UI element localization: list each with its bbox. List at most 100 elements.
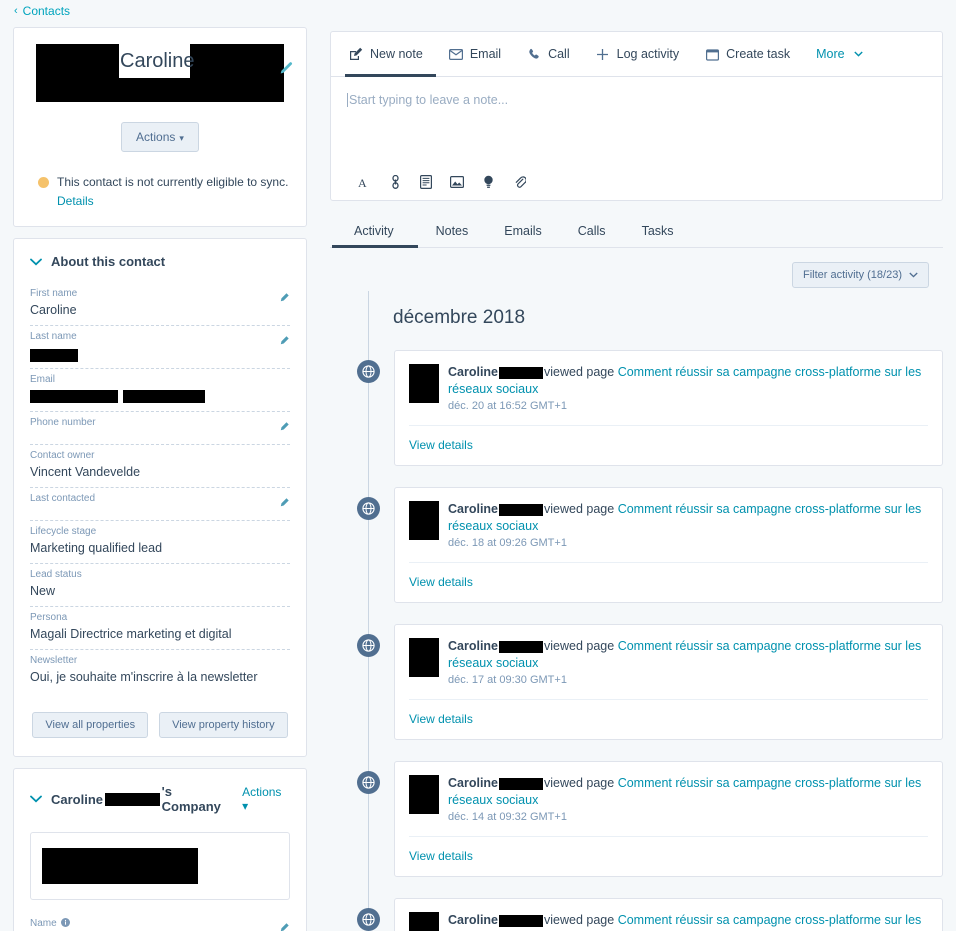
tab-calls[interactable]: Calls [560, 224, 624, 247]
property-label: Email [30, 374, 56, 385]
timeline-card: Caroline viewed page Comment réussir sa c… [394, 898, 943, 931]
chevron-down-icon[interactable] [30, 256, 42, 268]
redacted-block [499, 914, 544, 927]
tab-more[interactable]: More [803, 32, 878, 76]
view-details-link[interactable]: View details [409, 849, 473, 863]
activity-action: viewed page [544, 639, 615, 653]
property-value: New [30, 584, 56, 598]
property-label: Last contacted [30, 493, 96, 504]
edit-property-icon[interactable] [277, 497, 290, 510]
activity-actor: Caroline [448, 913, 499, 927]
globe-icon [357, 634, 380, 657]
breadcrumb-contacts-link[interactable]: Contacts [23, 4, 70, 18]
property-lead-status: Lead status New [30, 564, 290, 607]
chevron-down-icon [909, 270, 918, 280]
contact-first-name: Caroline [120, 50, 195, 72]
redacted-block [499, 503, 544, 516]
view-property-history-button[interactable]: View property history [159, 712, 288, 738]
company-actions-button[interactable]: Actions ▾ [242, 785, 290, 813]
timeline-item: Caroline viewed page Comment réussir sa c… [357, 487, 943, 603]
redacted-block [30, 348, 78, 362]
chevron-down-icon[interactable] [30, 790, 42, 808]
globe-icon [357, 908, 380, 931]
chevron-down-icon: ▾ [242, 799, 249, 813]
property-value: Marketing qualified lead [30, 541, 163, 555]
property-buttons: View all properties View property histor… [30, 712, 290, 738]
property-label: Phone number [30, 417, 96, 428]
tab-activity[interactable]: Activity [332, 224, 418, 248]
insight-lightbulb-icon[interactable] [481, 175, 495, 190]
view-details-link[interactable]: View details [409, 575, 473, 589]
timeline-card: Caroline viewed page Comment réussir sa c… [394, 350, 943, 466]
edit-property-icon[interactable] [277, 421, 290, 434]
timeline-item: Caroline viewed page Comment réussir sa c… [357, 624, 943, 740]
timeline-card: Caroline viewed page Comment réussir sa c… [394, 624, 943, 740]
globe-icon [357, 497, 380, 520]
redacted-block [36, 44, 119, 80]
redacted-block [123, 390, 205, 404]
redacted-block [105, 792, 160, 806]
note-toolbar: A [331, 164, 942, 200]
property-value [30, 506, 268, 515]
activity-action: viewed page [544, 913, 615, 927]
activity-action: viewed page [544, 776, 615, 790]
activity-actor: Caroline [448, 776, 499, 790]
property-first-name: First name Caroline [30, 283, 290, 326]
tab-emails[interactable]: Emails [486, 224, 560, 247]
document-template-icon[interactable] [419, 175, 433, 190]
attachment-icon[interactable] [512, 175, 526, 190]
redacted-thumbnail [409, 638, 439, 677]
tab-log-activity[interactable]: Log activity [583, 32, 693, 76]
tab-email[interactable]: Email [436, 32, 514, 76]
note-placeholder: Start typing to leave a note... [347, 93, 926, 107]
actions-button[interactable]: Actions ▾ [121, 122, 199, 152]
tab-create-task[interactable]: Create task [692, 32, 803, 76]
activity-actor: Caroline [448, 365, 499, 379]
sync-warning-text: This contact is not currently eligible t… [57, 175, 289, 189]
redacted-block [42, 848, 198, 884]
property-value: Caroline [30, 303, 77, 317]
company-title-prefix: Caroline [51, 791, 104, 807]
chevron-down-icon [852, 47, 866, 61]
tab-tasks[interactable]: Tasks [624, 224, 692, 247]
redacted-block [190, 44, 284, 80]
envelope-icon [448, 47, 463, 61]
tab-call[interactable]: Call [514, 32, 583, 76]
redacted-block [499, 640, 544, 653]
tab-new-note[interactable]: New note [345, 32, 436, 77]
activity-actor: Caroline [448, 502, 499, 516]
redacted-block [30, 390, 118, 404]
pencil-icon[interactable] [278, 61, 294, 77]
contact-name-row: Caroline [28, 44, 292, 102]
property-label: First name [30, 288, 78, 299]
property-label: Lead status [30, 569, 82, 580]
sync-details-link[interactable]: Details [57, 194, 288, 208]
property-label: Lifecycle stage [30, 526, 97, 537]
filter-activity-button[interactable]: Filter activity (18/23) [791, 262, 929, 288]
about-header[interactable]: About this contact [30, 254, 290, 269]
edit-property-icon[interactable] [277, 922, 290, 931]
timeline-item: Caroline viewed page Comment réussir sa c… [357, 761, 943, 877]
note-editor[interactable]: Start typing to leave a note... [331, 77, 942, 164]
edit-property-icon[interactable] [277, 335, 290, 348]
edit-property-icon[interactable] [277, 292, 290, 305]
link-icon[interactable] [388, 175, 402, 190]
view-details-link[interactable]: View details [409, 438, 473, 452]
view-details-link[interactable]: View details [409, 712, 473, 726]
property-persona: Persona Magali Directrice marketing et d… [30, 607, 290, 650]
tab-label: Call [548, 47, 570, 61]
image-icon[interactable] [450, 175, 464, 190]
view-all-properties-button[interactable]: View all properties [32, 712, 149, 738]
info-icon[interactable] [61, 918, 71, 927]
profile-actions-wrap: Actions ▾ [28, 122, 292, 152]
phone-icon [527, 47, 541, 61]
breadcrumb[interactable]: ‹ Contacts [14, 4, 70, 18]
company-title-suffix: 's Company [161, 784, 221, 814]
font-format-icon[interactable]: A [357, 175, 371, 190]
tab-notes[interactable]: Notes [418, 224, 487, 247]
timeline-card: Caroline viewed page Comment réussir sa c… [394, 761, 943, 877]
activity-timestamp: déc. 18 at 09:26 GMT+1 [448, 537, 567, 549]
redacted-thumbnail [409, 364, 439, 403]
property-value: Oui, je souhaite m'inscrire à la newslet… [30, 670, 258, 684]
redacted-block [499, 366, 544, 379]
